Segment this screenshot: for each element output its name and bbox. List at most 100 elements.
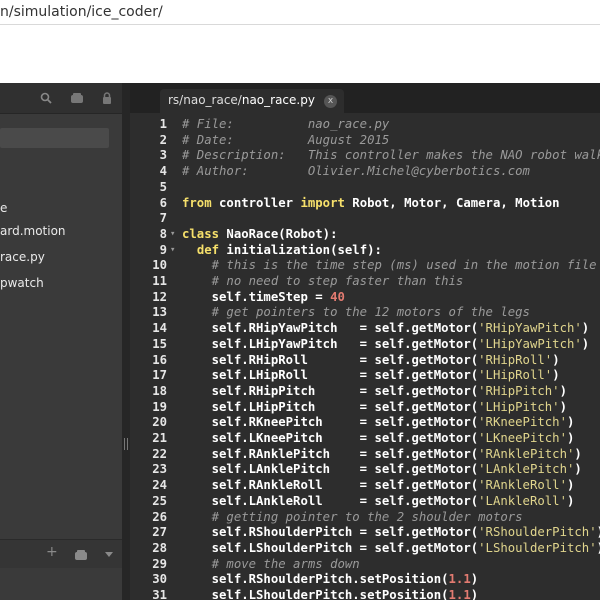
line-number: 2 (159, 132, 167, 147)
code-line[interactable]: 5 (130, 180, 600, 196)
code-text: # move the arms down (182, 557, 360, 573)
file-item[interactable]: race.py (0, 248, 45, 266)
code-line[interactable]: 18 self.RHipPitch = self.getMotor('RHipP… (130, 384, 600, 400)
fold-arrow-icon[interactable]: ▾ (170, 243, 175, 259)
code-text: self.RHipRoll = self.getMotor('RHipRoll'… (182, 353, 560, 369)
code-line[interactable]: 12 self.timeStep = 40 (130, 290, 600, 306)
code-token: ) (581, 321, 590, 336)
code-token: class (182, 226, 220, 241)
code-token: initialization(self): (219, 242, 382, 257)
lock-icon[interactable] (102, 92, 112, 104)
line-number: 7 (159, 211, 167, 226)
file-item[interactable]: pwatch (0, 274, 44, 292)
code-line[interactable]: 11 # no need to step faster than this (130, 274, 600, 290)
code-token: # this is the time step (ms) used in the… (182, 258, 597, 273)
code-line[interactable]: 29 # move the arms down (130, 557, 600, 573)
code-token: 'RShoulderPitch' (478, 525, 597, 540)
code-text: self.RKneePitch = self.getMotor('RKneePi… (182, 415, 575, 431)
folder-icon[interactable] (74, 549, 88, 561)
tab-nao-race[interactable]: rs/nao_race/nao_race.py x (160, 89, 344, 113)
chevron-down-icon[interactable] (104, 551, 114, 559)
code-line[interactable]: 16 self.RHipRoll = self.getMotor('RHipRo… (130, 353, 600, 369)
code-line[interactable]: 26 # getting pointer to the 2 shoulder m… (130, 510, 600, 526)
code-token: 'RHipPitch' (478, 383, 560, 398)
code-line[interactable]: 7 (130, 211, 600, 227)
file-search-input[interactable] (0, 128, 109, 148)
fold-arrow-icon[interactable]: ▾ (170, 227, 175, 243)
file-item[interactable]: e (0, 199, 7, 217)
code-line[interactable]: 19 self.LHipPitch = self.getMotor('LHipP… (130, 400, 600, 416)
file-browser-panel: e ard.motion race.py pwatch + (0, 83, 122, 600)
code-token: 'LHipRoll' (478, 368, 553, 383)
code-line[interactable]: 6 from controller import Robot, Motor, Ca… (130, 196, 600, 212)
address-bar[interactable]: n/simulation/ice_coder/ (0, 0, 600, 25)
code-token: 40 (330, 289, 345, 304)
code-line[interactable]: 25 self.LAnkleRoll = self.getMotor('LAnk… (130, 494, 600, 510)
splitter-grip-icon[interactable] (124, 438, 128, 450)
search-icon[interactable] (40, 92, 52, 104)
code-line[interactable]: 13 # get pointers to the 12 motors of th… (130, 305, 600, 321)
plus-icon[interactable]: + (46, 544, 58, 560)
line-number: 26 (152, 509, 167, 524)
code-token: from (182, 195, 212, 210)
code-token: NaoRace(Robot): (219, 226, 338, 241)
code-token: ) (470, 572, 479, 587)
code-text: # no need to step faster than this (182, 274, 464, 290)
code-text: self.RAnklePitch = self.getMotor('RAnkle… (182, 447, 582, 463)
code-token: 'RHipRoll' (478, 352, 553, 367)
code-line[interactable]: 2 # Date: August 2015 (130, 133, 600, 149)
code-editor[interactable]: 1 # File: nao_race.py 2 # Date: August 2015… (130, 113, 600, 602)
line-number: 16 (152, 352, 167, 367)
file-item[interactable]: ard.motion (0, 222, 66, 240)
line-number: 13 (152, 305, 167, 320)
code-line[interactable]: 17 self.LHipRoll = self.getMotor('LHipRo… (130, 368, 600, 384)
panel-splitter[interactable] (122, 83, 130, 600)
code-token: ) (574, 446, 582, 461)
code-line[interactable]: 24 self.RAnkleRoll = self.getMotor('RAnk… (130, 478, 600, 494)
line-number: 1 (159, 117, 167, 131)
code-token: Robot, Motor, Camera, Motion (344, 195, 560, 210)
folder-icon[interactable] (70, 92, 84, 104)
code-text: # Description: This controller makes the… (182, 148, 600, 164)
line-number: 28 (152, 540, 167, 555)
code-token: ) (552, 368, 560, 383)
file-browser-toolbar (0, 83, 122, 114)
code-line[interactable]: 21 self.LKneePitch = self.getMotor('LKne… (130, 431, 600, 447)
tab-label: rs/nao_race/nao_race.py (168, 93, 315, 107)
code-line[interactable]: 8 ▾ class NaoRace(Robot): (130, 227, 600, 243)
code-token: self.RKneePitch = self.getMotor( (182, 415, 479, 430)
code-token: self.RHipPitch = self.getMotor( (182, 383, 479, 398)
line-number: 24 (152, 478, 167, 493)
code-text: # get pointers to the 12 motors of the l… (182, 305, 530, 321)
code-text: self.LShoulderPitch = self.getMotor('LSh… (182, 541, 600, 557)
code-line[interactable]: 27 self.RShoulderPitch = self.getMotor('… (130, 525, 600, 541)
code-token: self.RShoulderPitch = self.getMotor( (182, 525, 479, 540)
code-token: self.RHipYawPitch = self.getMotor( (182, 321, 479, 336)
code-line[interactable]: 10 # this is the time step (ms) used in … (130, 258, 600, 274)
code-line[interactable]: 30 self.RShoulderPitch.setPosition(1.1) (130, 572, 600, 588)
code-token: ) (559, 399, 567, 414)
code-line[interactable]: 28 self.LShoulderPitch = self.getMotor('… (130, 541, 600, 557)
code-text: self.RShoulderPitch.setPosition(1.1) (182, 572, 479, 588)
code-token: self.LShoulderPitch = self.getMotor( (182, 540, 479, 555)
code-line[interactable]: 23 self.LAnklePitch = self.getMotor('LAn… (130, 462, 600, 478)
code-line[interactable]: 15 self.LHipYawPitch = self.getMotor('LH… (130, 337, 600, 353)
code-line[interactable]: 31 self.LShoulderPitch.setPosition(1.1) (130, 588, 600, 604)
code-text: from controller import Robot, Motor, Cam… (182, 196, 560, 212)
code-token: 1.1 (448, 572, 471, 587)
tab-filename: nao_race.py (241, 93, 315, 107)
code-line[interactable]: 3 # Description: This controller makes th… (130, 148, 600, 164)
code-line[interactable]: 22 self.RAnklePitch = self.getMotor('RAn… (130, 447, 600, 463)
code-token: # move the arms down (182, 556, 360, 571)
code-line[interactable]: 20 self.RKneePitch = self.getMotor('RKne… (130, 415, 600, 431)
line-number: 12 (152, 289, 167, 304)
code-token: ) (581, 336, 590, 351)
url-text[interactable]: n/simulation/ice_coder/ (0, 4, 163, 20)
page-blank-area (0, 25, 600, 83)
code-line[interactable]: 1 # File: nao_race.py (130, 117, 600, 133)
code-line[interactable]: 14 self.RHipYawPitch = self.getMotor('RH… (130, 321, 600, 337)
close-icon[interactable]: x (324, 95, 337, 108)
code-text: class NaoRace(Robot): (182, 227, 338, 243)
code-line[interactable]: 4 # Author: Olivier.Michel@cyberbotics.co… (130, 164, 600, 180)
code-line[interactable]: 9 ▾ def initialization(self): (130, 243, 600, 259)
